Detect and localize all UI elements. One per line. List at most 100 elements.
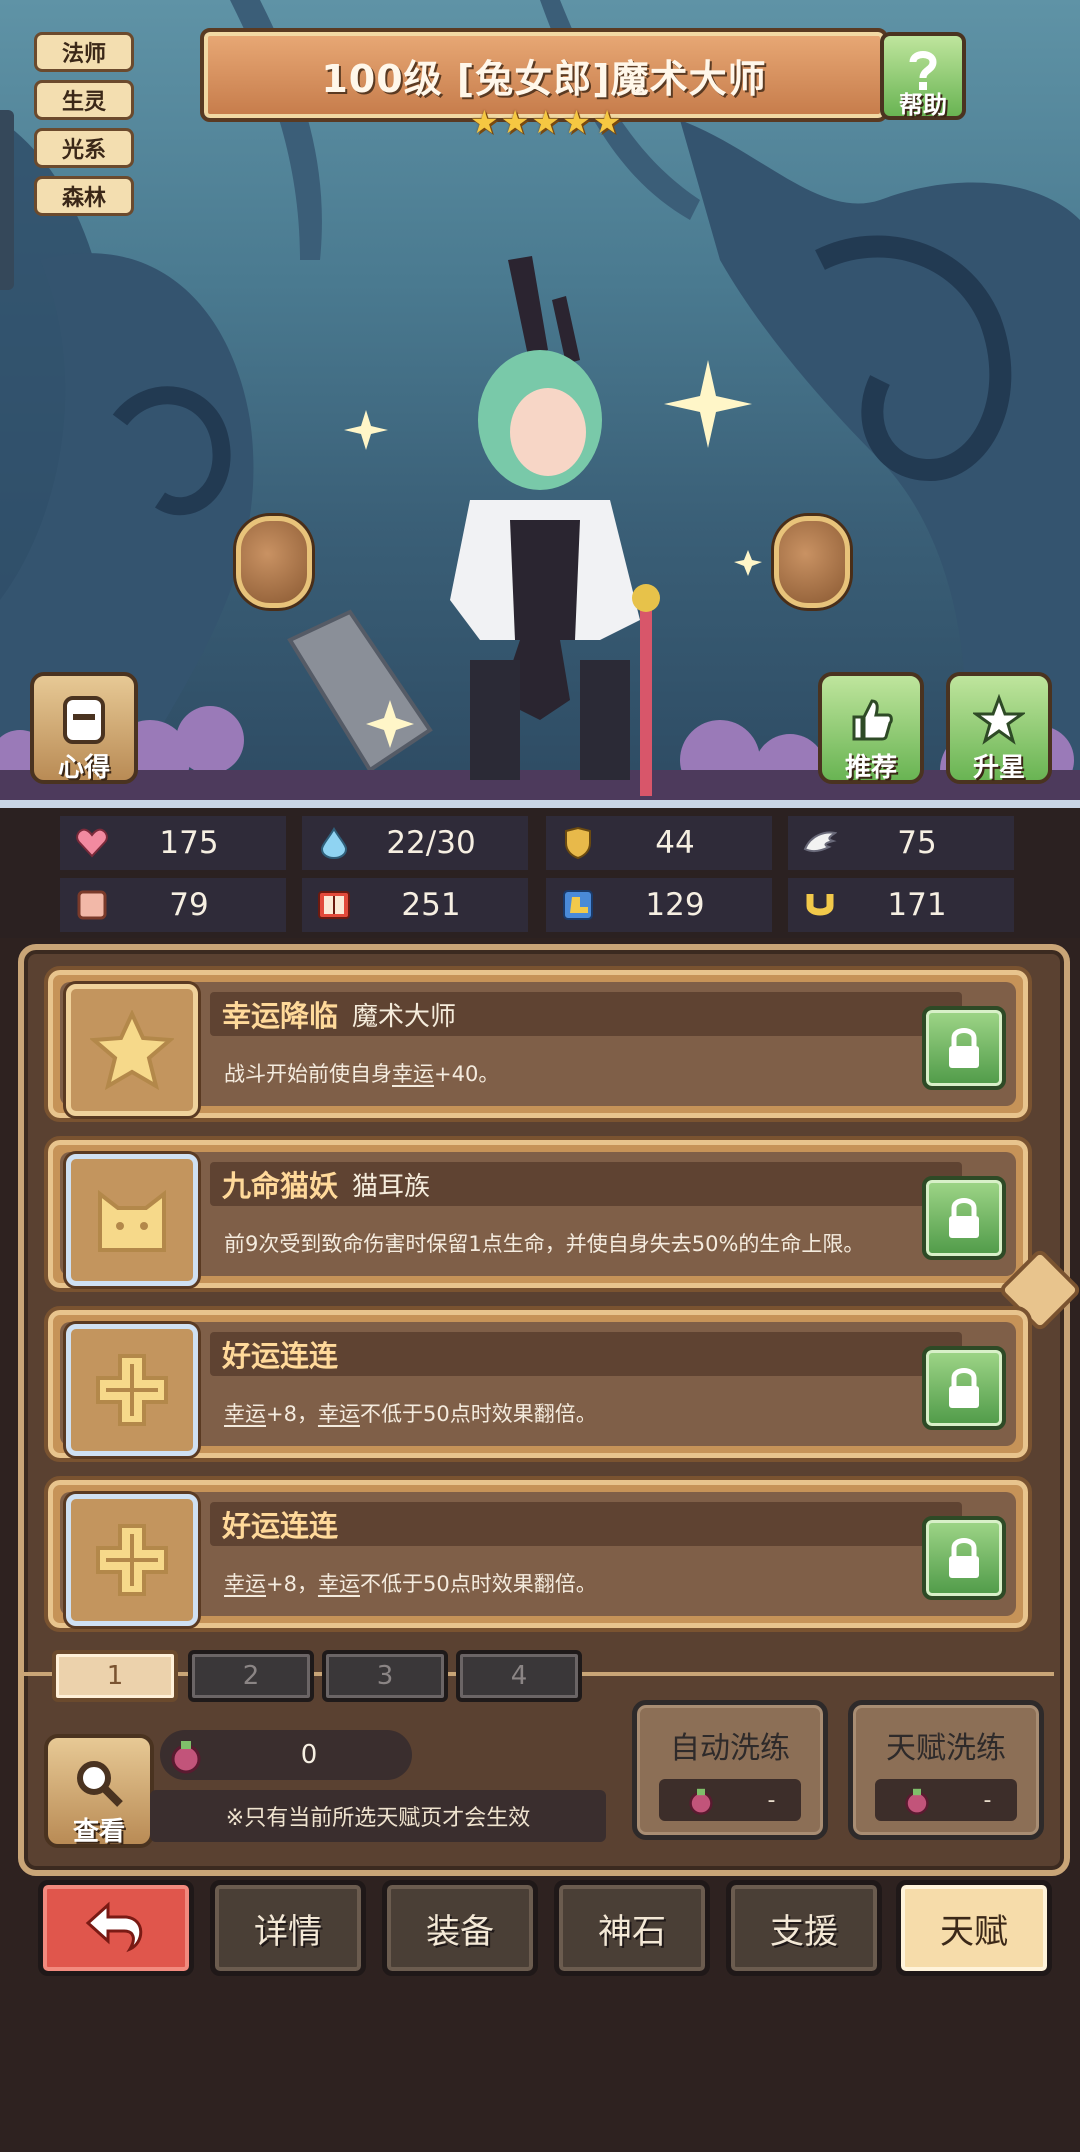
talent-icon-frame (66, 984, 198, 1116)
horseshoe-icon (800, 885, 840, 925)
talent-icon-frame (66, 1324, 198, 1456)
back-button[interactable] (38, 1880, 194, 1976)
talent-name: 好运连连 (222, 1339, 339, 1373)
mana-drop-icon (314, 823, 354, 863)
lock-icon (949, 1368, 979, 1408)
cat-icon (98, 1189, 166, 1252)
star-icon: ★ (531, 103, 561, 141)
scroll-icon (63, 695, 105, 744)
lock-icon (949, 1198, 979, 1238)
lock-icon (949, 1538, 979, 1578)
stat-value: 251 (401, 887, 461, 923)
recommend-label: 推荐 (844, 753, 897, 783)
hero-title: 100级 [兔女郎]魔术大师 (321, 56, 767, 101)
stat-value: 79 (169, 887, 209, 923)
talent-description: 前9次受到致命伤害时保留1点生命，并使自身失去50%的生命上限。 (224, 1232, 865, 1256)
nav-equipment[interactable]: 装备 (382, 1880, 538, 1976)
talent-description: 幸运+8，幸运不低于50点时效果翻倍。 (224, 1572, 597, 1596)
return-arrow-icon (85, 1901, 143, 1953)
talent-card[interactable]: 好运连连 幸运+8，幸运不低于50点时效果翻倍。 (44, 1306, 1032, 1462)
auto-refine-label: 自动洗练 (670, 1731, 790, 1766)
gem-count-value: 0 (300, 1740, 318, 1770)
stat-magic: 251 (302, 878, 528, 932)
heart-icon (72, 823, 112, 863)
potion-icon (171, 1741, 201, 1774)
talent-card[interactable]: 幸运降临 魔术大师 战斗开始前使自身幸运+40。 (44, 966, 1032, 1122)
tag-element: 光系 (34, 128, 134, 168)
nav-details[interactable]: 详情 (210, 1880, 366, 1976)
star-icon: ★ (562, 103, 591, 141)
talent-description: 战斗开始前使自身幸运+40。 (224, 1062, 500, 1086)
nav-talent[interactable]: 天赋 (896, 1880, 1052, 1976)
auto-refine-cost: - (659, 1779, 801, 1821)
question-icon (909, 50, 937, 90)
talent-refine-button[interactable]: 天赋洗练 - (848, 1700, 1044, 1840)
nav-god-stone[interactable]: 神石 (554, 1880, 710, 1976)
talent-icon-frame (66, 1154, 198, 1286)
talent-name: 九命猫妖 (222, 1169, 339, 1203)
tag-race: 生灵 (34, 80, 134, 120)
auto-refine-button[interactable]: 自动洗练 - (632, 1700, 828, 1840)
lock-icon (949, 1028, 979, 1068)
tag-class: 法师 (34, 32, 134, 72)
lock-button[interactable] (922, 1006, 1006, 1090)
stat-mana: 22/30 (302, 816, 528, 870)
talent-card[interactable]: 好运连连 幸运+8，幸运不低于50点时效果翻倍。 (44, 1476, 1032, 1632)
lock-button[interactable] (922, 1176, 1006, 1260)
stat-value: 129 (645, 887, 705, 923)
tag-habitat: 森林 (34, 176, 134, 216)
thumbs-up-icon (852, 699, 893, 741)
talent-page-note: ※只有当前所选天赋页才会生效 (150, 1790, 606, 1842)
recommend-button[interactable]: 推荐 (818, 672, 924, 784)
lock-button[interactable] (922, 1516, 1006, 1600)
side-drawer-handle[interactable] (0, 110, 14, 290)
bunny-magician-character (450, 256, 660, 796)
stat-hp: 175 (60, 816, 286, 870)
refine-gem-counter: 0 (160, 1730, 412, 1780)
stats-panel: 175 22/30 44 75 79 251 129 171 (0, 808, 1080, 938)
hero-scene: 法师 生灵 光系 森林 100级 [兔女郎]魔术大师 ★ ★ ★ ★ ★ 帮助 … (0, 0, 1080, 808)
lock-button[interactable] (922, 1346, 1006, 1430)
insight-button[interactable]: 心得 (30, 672, 138, 784)
star-icon: ★ (470, 103, 499, 141)
talent-description: 幸运+8，幸运不低于50点时效果翻倍。 (224, 1402, 597, 1426)
star-outline-icon (973, 693, 1025, 745)
clover-icon (96, 1524, 168, 1596)
talent-card[interactable]: 九命猫妖 猫耳族 前9次受到致命伤害时保留1点生命，并使自身失去50%的生命上限… (44, 1136, 1032, 1292)
magnifier-icon (77, 1760, 123, 1807)
talent-name: 幸运降临 (222, 999, 339, 1033)
tab-page-4[interactable]: 4 (456, 1650, 582, 1702)
star-rating: ★ ★ ★ ★ ★ (470, 106, 621, 138)
help-button[interactable]: 帮助 (880, 32, 966, 120)
book-icon (314, 885, 354, 925)
stat-value: 22/30 (386, 825, 476, 861)
clover-icon (96, 1354, 168, 1426)
upgrade-star-label: 升星 (972, 753, 1025, 783)
star-icon: ★ (500, 103, 530, 141)
tab-page-3[interactable]: 3 (322, 1650, 448, 1702)
talent-name: 好运连连 (222, 1509, 339, 1543)
shield-icon (558, 823, 598, 863)
stat-agility: 129 (546, 878, 772, 932)
stat-value: 175 (159, 825, 219, 861)
star-icon (90, 1010, 174, 1090)
potion-icon (688, 1788, 713, 1815)
star-icon: ★ (592, 103, 622, 141)
stat-defense: 44 (546, 816, 772, 870)
tab-page-1[interactable]: 1 (52, 1650, 178, 1702)
talent-source: 魔术大师 (352, 1001, 457, 1032)
upgrade-star-button[interactable]: 升星 (946, 672, 1052, 784)
stat-attack: 79 (60, 878, 286, 932)
view-label: 查看 (72, 1817, 125, 1847)
nav-support[interactable]: 支援 (726, 1880, 882, 1976)
scene-divider (0, 800, 1080, 808)
stat-value: 75 (897, 825, 937, 861)
stat-speed: 75 (788, 816, 1014, 870)
talent-icon-frame (66, 1494, 198, 1626)
view-button[interactable]: 查看 (44, 1734, 154, 1848)
stat-value: 171 (887, 887, 947, 923)
boot-icon (558, 885, 598, 925)
talent-source: 猫耳族 (352, 1171, 431, 1202)
insight-label: 心得 (57, 753, 110, 783)
tab-page-2[interactable]: 2 (188, 1650, 314, 1702)
